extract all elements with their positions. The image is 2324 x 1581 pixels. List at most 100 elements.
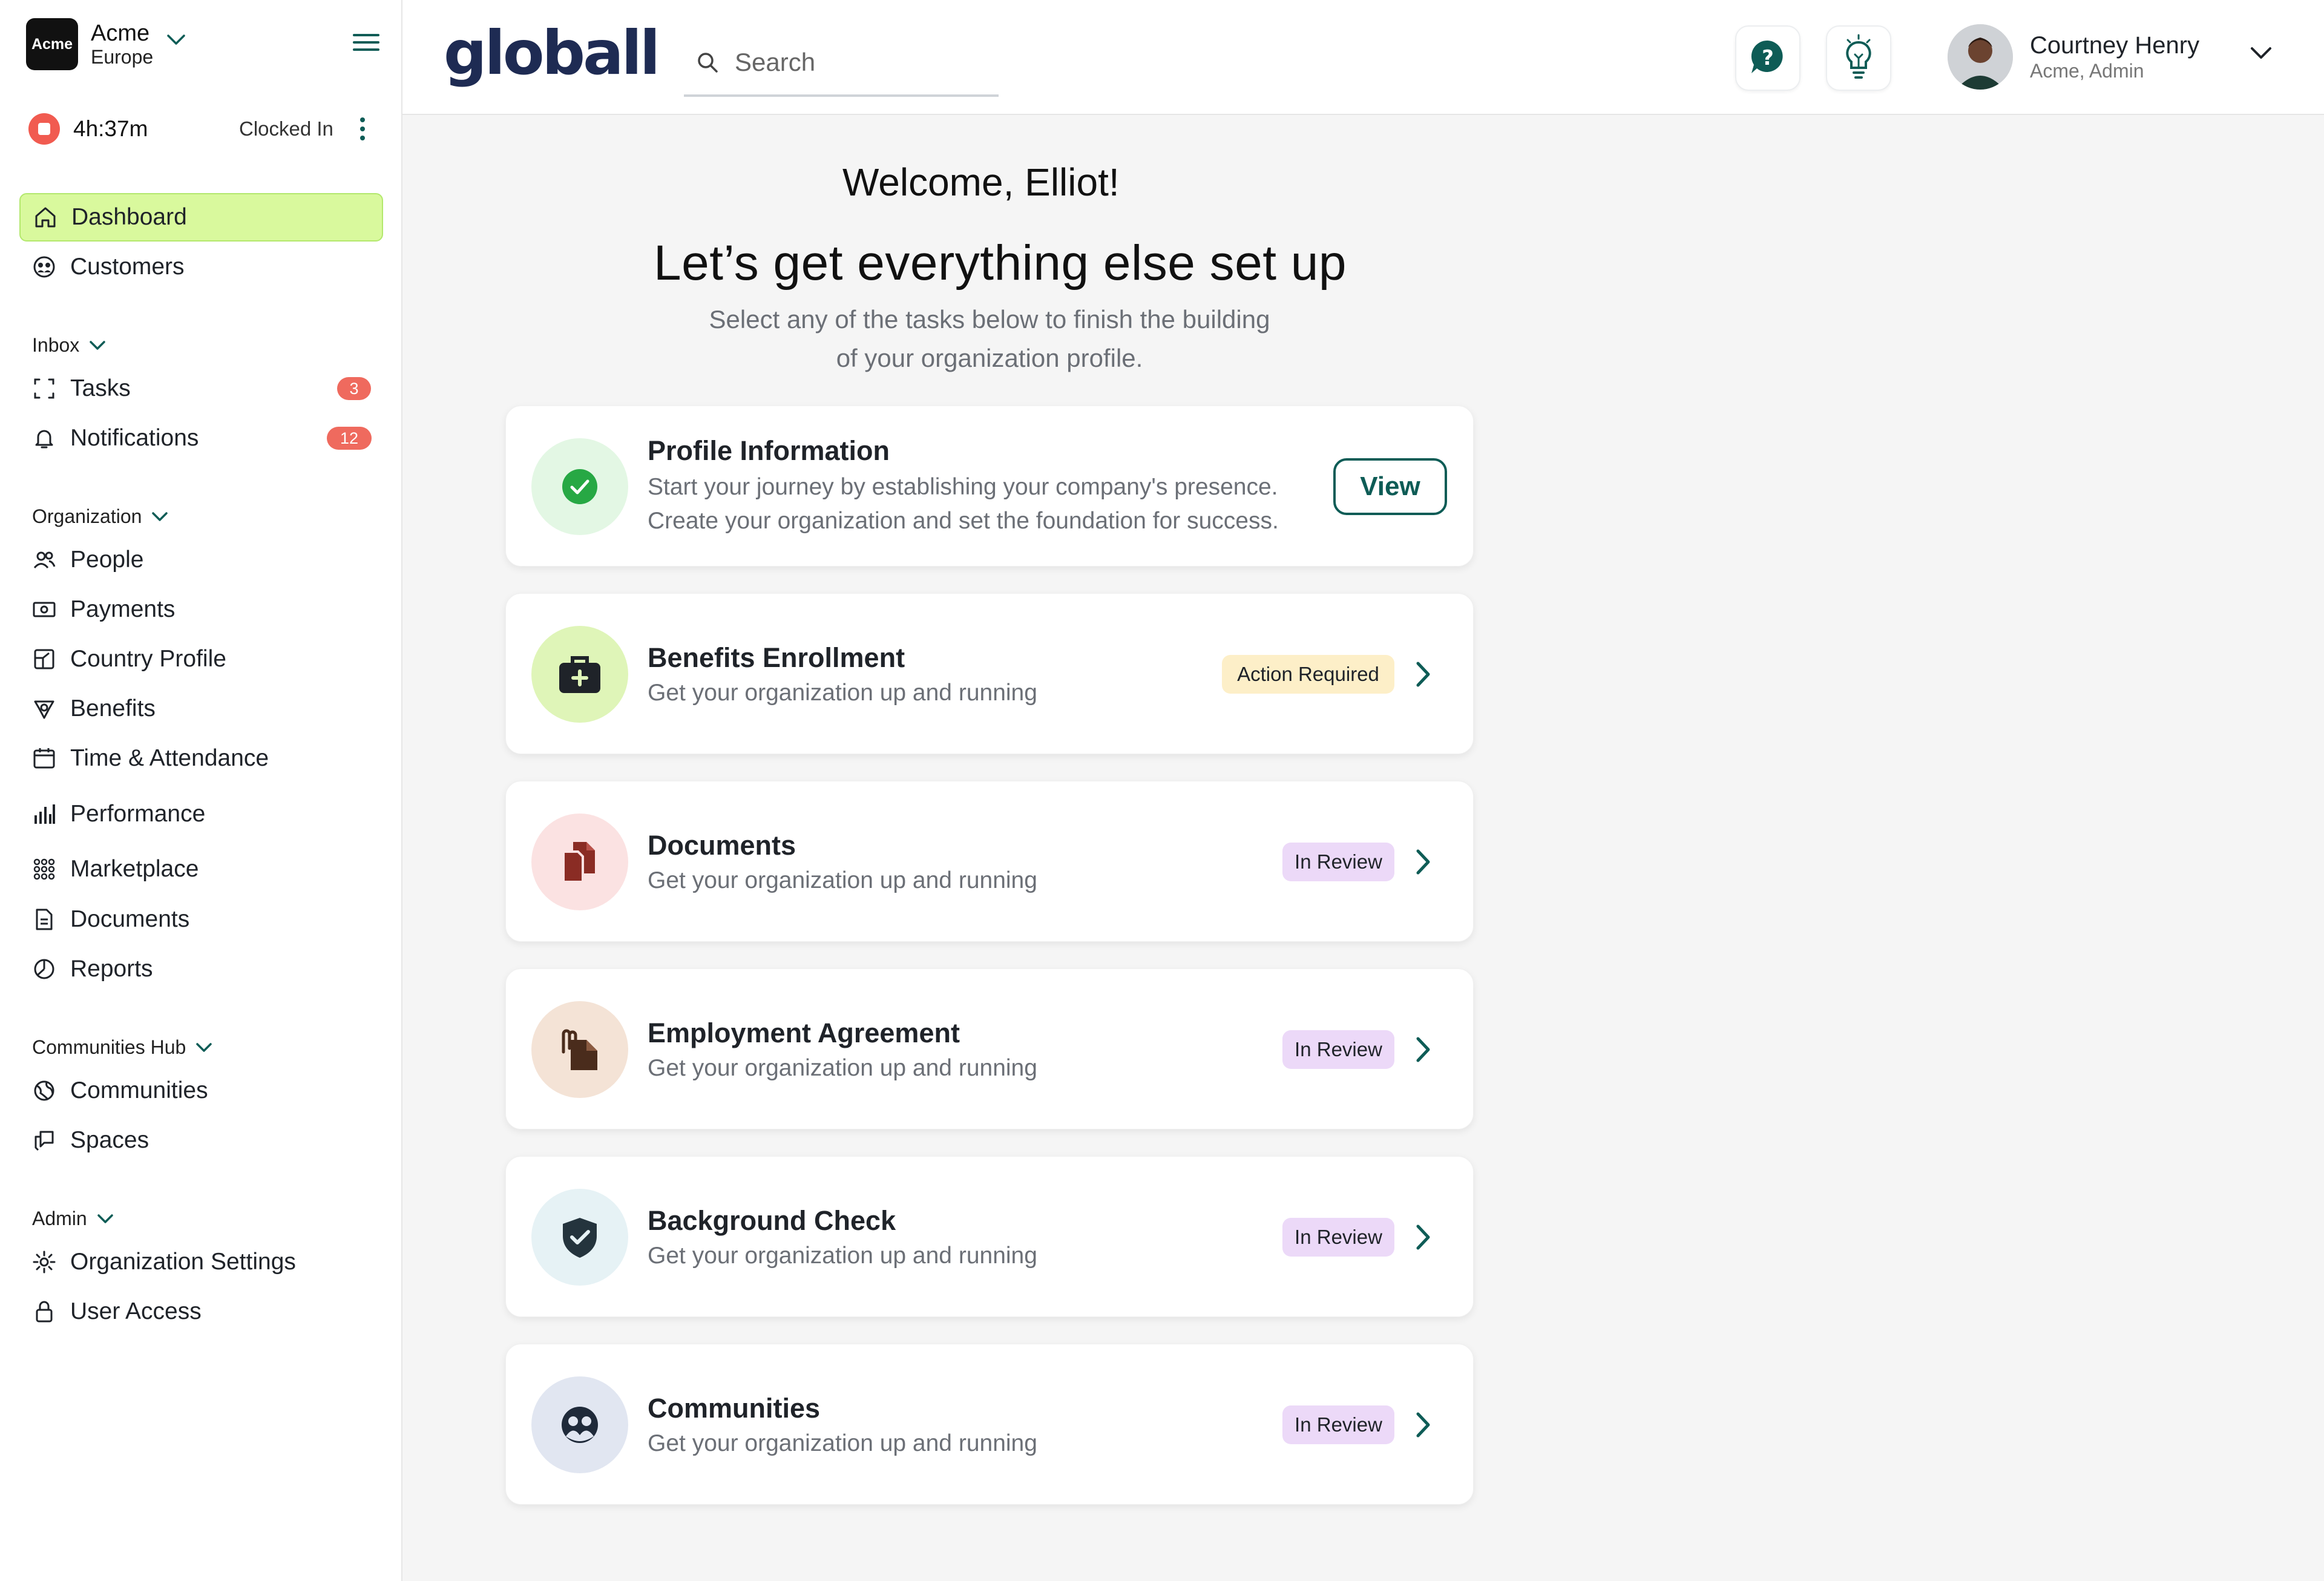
sidebar-item-tasks[interactable]: Tasks 3	[19, 364, 383, 413]
task-description: Get your organization up and running	[648, 1055, 1037, 1081]
search-bar[interactable]	[684, 30, 999, 97]
user-name: Courtney Henry	[2030, 32, 2200, 59]
sidebar-item-label: Documents	[70, 906, 190, 932]
svg-text:?: ?	[1762, 46, 1774, 70]
medical-kit-icon	[531, 626, 628, 723]
avatar	[1948, 24, 2013, 90]
tasks-icon	[31, 376, 57, 401]
globalli-logo[interactable]: globalli	[444, 22, 661, 94]
sidebar-item-customers[interactable]: Customers	[19, 243, 383, 291]
chevron-down-icon	[152, 511, 168, 521]
subtitle-line: of your organization profile.	[836, 344, 1143, 372]
clock-out-button[interactable]	[28, 113, 60, 145]
status-badge: In Review	[1282, 843, 1394, 881]
tasks-count-badge: 3	[337, 377, 371, 400]
pie-chart-icon	[31, 956, 57, 982]
task-card-background-check[interactable]: Background Check Get your organization u…	[505, 1156, 1474, 1317]
view-button[interactable]: View	[1333, 458, 1447, 515]
sidebar-item-organization-settings[interactable]: Organization Settings	[19, 1238, 383, 1286]
money-icon	[31, 597, 57, 622]
section-inbox[interactable]: Inbox	[32, 334, 106, 357]
more-vertical-icon[interactable]	[358, 117, 367, 141]
chevron-right-icon[interactable]	[1410, 1220, 1437, 1255]
sidebar-item-payments[interactable]: Payments	[19, 585, 383, 634]
sidebar-item-country-profile[interactable]: Country Profile	[19, 635, 383, 683]
section-organization[interactable]: Organization	[32, 505, 168, 528]
section-admin[interactable]: Admin	[32, 1208, 114, 1230]
task-card-employment-agreement[interactable]: Employment Agreement Get your organizati…	[505, 968, 1474, 1129]
bar-chart-icon	[31, 801, 57, 827]
section-label: Inbox	[32, 334, 80, 356]
status-badge: In Review	[1282, 1218, 1394, 1257]
task-description: Get your organization up and running	[648, 680, 1037, 706]
clock-widget: 4h:37m Clocked In	[28, 113, 379, 145]
globe-icon	[31, 1078, 57, 1103]
chevron-right-icon[interactable]	[1410, 1032, 1437, 1067]
ideas-button[interactable]	[1826, 25, 1891, 91]
people-icon	[31, 547, 57, 573]
task-card-documents[interactable]: Documents Get your organization up and r…	[505, 781, 1474, 942]
chevron-down-icon	[90, 340, 106, 350]
search-icon	[698, 53, 718, 73]
task-card-communities[interactable]: Communities Get your organization up and…	[505, 1344, 1474, 1505]
bell-icon	[31, 426, 57, 451]
org-logo: Acme	[26, 18, 78, 70]
sidebar-item-label: Organization Settings	[70, 1249, 296, 1275]
customers-icon	[31, 254, 57, 280]
help-chat-icon: ?	[1751, 40, 1783, 73]
lock-icon	[31, 1299, 57, 1324]
sidebar-item-notifications[interactable]: Notifications 12	[19, 414, 383, 462]
org-region: Europe	[91, 46, 154, 68]
section-label: Organization	[32, 505, 142, 527]
chevron-right-icon[interactable]	[1410, 1407, 1437, 1442]
benefits-icon	[31, 696, 57, 721]
sidebar-item-benefits[interactable]: Benefits	[19, 685, 383, 733]
sidebar-item-documents[interactable]: Documents	[19, 895, 383, 944]
task-card-profile-information: Profile Information Start your journey b…	[505, 406, 1474, 567]
community-icon	[531, 1376, 628, 1473]
org-name: Acme	[91, 21, 150, 46]
gear-icon	[31, 1249, 57, 1275]
help-button[interactable]: ?	[1735, 25, 1800, 91]
chevron-right-icon[interactable]	[1410, 844, 1437, 879]
sidebar-item-marketplace[interactable]: Marketplace	[19, 845, 383, 893]
chevron-down-icon	[167, 35, 185, 45]
sidebar-item-label: Payments	[70, 596, 176, 622]
task-title: Background Check	[648, 1205, 896, 1236]
document-icon	[31, 907, 57, 932]
sidebar-item-dashboard[interactable]: Dashboard	[19, 193, 383, 242]
sidebar-item-label: User Access	[70, 1298, 202, 1324]
sidebar-item-performance[interactable]: Performance	[19, 790, 383, 838]
status-badge: In Review	[1282, 1030, 1394, 1069]
chevron-down-icon	[97, 1214, 113, 1223]
chevron-right-icon[interactable]	[1410, 657, 1437, 692]
country-map-icon	[31, 646, 57, 672]
task-card-benefits-enrollment[interactable]: Benefits Enrollment Get your organizatio…	[505, 593, 1474, 754]
sidebar-item-people[interactable]: People	[19, 536, 383, 584]
sidebar-item-time-attendance[interactable]: Time & Attendance	[19, 734, 383, 783]
sidebar-item-label: Customers	[70, 254, 185, 280]
sidebar-item-label: Reports	[70, 956, 153, 982]
sidebar-item-communities[interactable]: Communities	[19, 1067, 383, 1115]
task-description: Start your journey by establishing your …	[648, 474, 1278, 500]
sidebar: Acme Acme Europe 4h:37m Clocked In Dashb…	[0, 0, 402, 1581]
sidebar-item-label: Marketplace	[70, 856, 199, 882]
agreement-icon	[531, 1001, 628, 1098]
search-input[interactable]	[735, 48, 989, 77]
sidebar-item-spaces[interactable]: Spaces	[19, 1116, 383, 1165]
section-communities-hub[interactable]: Communities Hub	[32, 1036, 212, 1059]
task-description: Get your organization up and running	[648, 867, 1037, 893]
welcome-heading: Welcome, Elliot!	[842, 160, 1120, 204]
sidebar-item-user-access[interactable]: User Access	[19, 1287, 383, 1336]
sidebar-item-label: Tasks	[70, 375, 131, 401]
user-menu[interactable]: Courtney Henry Acme, Admin	[1948, 24, 2199, 90]
org-switcher[interactable]: Acme Acme Europe	[26, 18, 186, 70]
sidebar-item-label: Spaces	[70, 1127, 149, 1153]
grid-dots-icon	[31, 856, 57, 882]
sidebar-item-label: Time & Attendance	[70, 745, 269, 771]
task-title: Communities	[648, 1393, 821, 1424]
section-label: Admin	[32, 1208, 87, 1229]
sidebar-item-reports[interactable]: Reports	[19, 945, 383, 993]
hamburger-menu-icon[interactable]	[353, 33, 379, 52]
chevron-down-icon[interactable]	[2250, 46, 2273, 61]
